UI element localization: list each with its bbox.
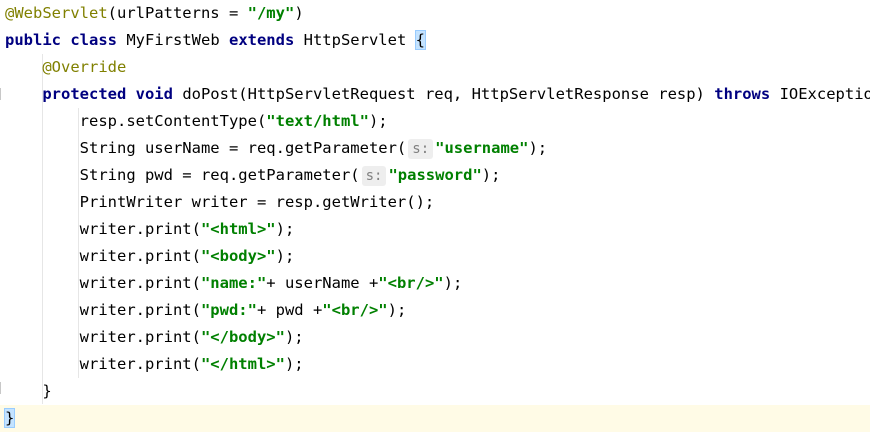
keyword-token: protected void — [42, 85, 183, 103]
code-token: PrintWriter writer = resp.getWriter(); — [5, 193, 435, 211]
code-line[interactable]: writer.print("</html>"); — [0, 351, 870, 378]
code-line-content: PrintWriter writer = resp.getWriter(); — [5, 193, 435, 211]
code-token: doPost(HttpServletRequest req, HttpServl… — [182, 85, 715, 103]
code-line-content: writer.print("pwd:"+ pwd +"<br/>"); — [5, 301, 407, 319]
annotation-token: @Override — [42, 58, 127, 76]
code-token: String userName = req.getParameter( — [5, 139, 407, 157]
code-line[interactable]: writer.print("<body>"); — [0, 243, 870, 270]
code-token: IOException { — [779, 85, 870, 103]
string-token: "text/html" — [266, 112, 369, 130]
code-token: ); — [275, 220, 295, 238]
code-line[interactable]: String pwd = req.getParameter(s: "passwor… — [0, 162, 870, 189]
code-token: (urlPatterns = — [107, 4, 248, 22]
code-line[interactable]: writer.print("name:"+ userName +"<br/>")… — [0, 270, 870, 297]
keyword-token: extends — [228, 31, 304, 49]
code-line[interactable]: @WebServlet(urlPatterns = "/my") — [0, 0, 870, 27]
code-token: resp.setContentType( — [5, 112, 267, 130]
annotation-token: @WebServlet — [5, 4, 108, 22]
code-token: + pwd + — [256, 301, 323, 319]
code-line-content: String userName = req.getParameter(s: "us… — [5, 139, 548, 159]
code-token: ); — [284, 355, 304, 373]
code-token: ); — [481, 166, 501, 184]
code-token: + userName + — [266, 274, 379, 292]
code-token: writer.print( — [5, 328, 201, 346]
string-token: "<body>" — [200, 247, 276, 265]
code-line-content: writer.print("</body>"); — [5, 328, 304, 346]
code-token: ) — [294, 4, 304, 22]
code-token: } — [5, 382, 52, 400]
code-line-content: public class MyFirstWeb extends HttpServ… — [5, 30, 427, 50]
code-token: String pwd = req.getParameter( — [5, 166, 360, 184]
code-token: writer.print( — [5, 301, 201, 319]
code-line-content: } — [3, 408, 16, 428]
string-token: "password" — [388, 166, 482, 184]
code-line-content: writer.print("<body>"); — [5, 247, 295, 265]
code-line[interactable]: PrintWriter writer = resp.getWriter(); — [0, 189, 870, 216]
string-token: "username" — [435, 139, 529, 157]
code-token: writer.print( — [5, 274, 201, 292]
string-token: "</html>" — [200, 355, 285, 373]
code-token: ); — [528, 139, 548, 157]
code-line[interactable]: } — [0, 378, 870, 405]
string-token: "name:" — [200, 274, 267, 292]
code-line[interactable]: writer.print("pwd:"+ pwd +"<br/>"); — [0, 297, 870, 324]
code-token: writer.print( — [5, 355, 201, 373]
code-token: ); — [275, 247, 295, 265]
matched-brace: } — [3, 408, 16, 428]
code-token: ); — [284, 328, 304, 346]
string-token: "/my" — [247, 4, 295, 22]
string-token: "<html>" — [200, 220, 276, 238]
string-token: "<br/>" — [378, 274, 444, 292]
parameter-hint: s: — [361, 166, 387, 186]
code-line-content: @Override — [5, 58, 126, 76]
parameter-hint: s: — [408, 139, 434, 159]
code-line-content: protected void doPost(HttpServletRequest… — [5, 85, 870, 103]
code-editor[interactable]: @WebServlet(urlPatterns = "/my") public c… — [0, 0, 870, 435]
code-line-content: @WebServlet(urlPatterns = "/my") — [5, 4, 304, 22]
code-line-content: writer.print("name:"+ userName +"<br/>")… — [5, 274, 463, 292]
code-line[interactable]: resp.setContentType("text/html"); — [0, 108, 870, 135]
code-line[interactable]: public class MyFirstWeb extends HttpServ… — [0, 27, 870, 54]
code-line[interactable]: } — [0, 405, 870, 432]
code-token: ); — [387, 301, 407, 319]
string-token: "pwd:" — [200, 301, 257, 319]
code-line-content: writer.print("</html>"); — [5, 355, 304, 373]
keyword-token: public class — [5, 31, 127, 49]
code-token: ); — [368, 112, 388, 130]
code-line[interactable]: String userName = req.getParameter(s: "us… — [0, 135, 870, 162]
code-line-content: String pwd = req.getParameter(s: "passwor… — [5, 166, 501, 186]
code-line-content: } — [5, 382, 52, 400]
code-line-content: resp.setContentType("text/html"); — [5, 112, 388, 130]
code-line[interactable]: writer.print("</body>"); — [0, 324, 870, 351]
code-line[interactable]: writer.print("<html>"); — [0, 216, 870, 243]
code-line[interactable]: protected void doPost(HttpServletRequest… — [0, 81, 870, 108]
matched-brace: { — [414, 30, 427, 50]
code-token: MyFirstWeb — [126, 31, 229, 49]
code-line-content: writer.print("<html>"); — [5, 220, 295, 238]
code-token: writer.print( — [5, 247, 201, 265]
string-token: "</body>" — [200, 328, 285, 346]
code-line[interactable]: @Override — [0, 54, 870, 81]
code-token: writer.print( — [5, 220, 201, 238]
keyword-token: throws — [714, 85, 780, 103]
code-token: HttpServlet — [303, 31, 416, 49]
code-token: ); — [443, 274, 463, 292]
string-token: "<br/>" — [322, 301, 388, 319]
